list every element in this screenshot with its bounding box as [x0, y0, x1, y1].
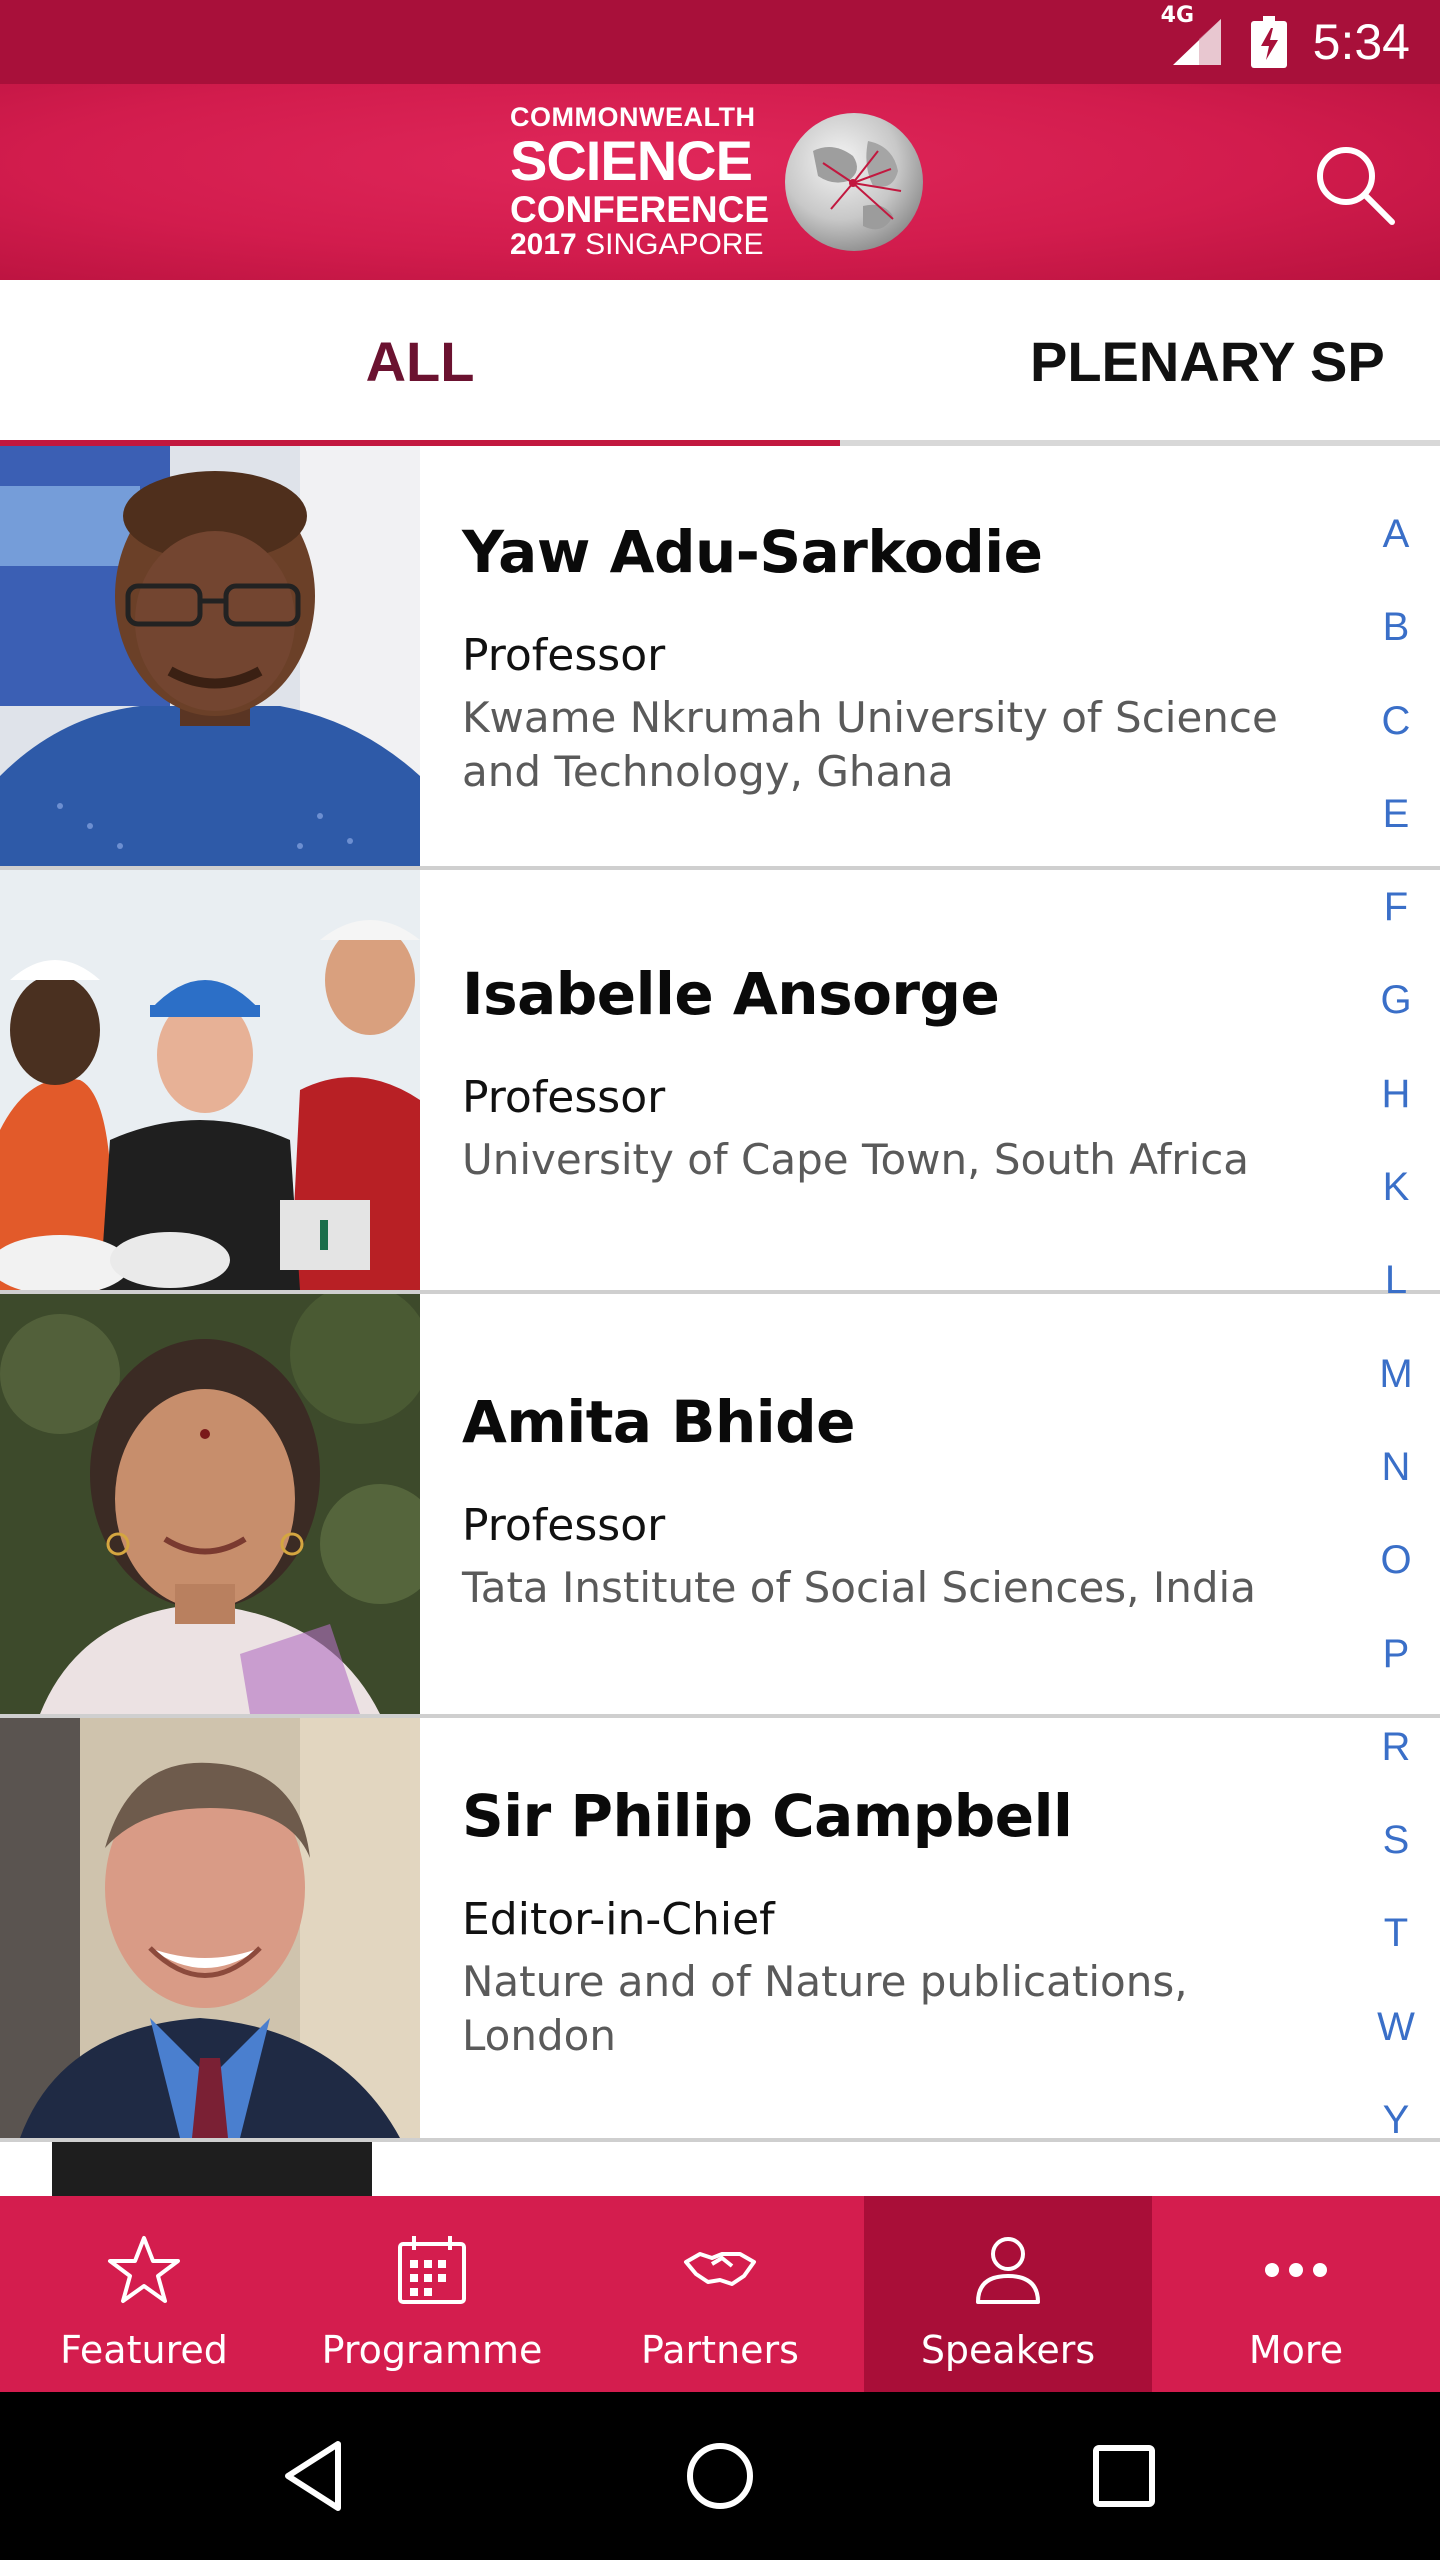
nav-label: More	[1248, 2328, 1344, 2372]
battery-charging-icon	[1250, 16, 1287, 68]
calendar-icon	[398, 2236, 466, 2304]
index-letter[interactable]: Y	[1383, 2074, 1410, 2167]
index-letter[interactable]: E	[1383, 768, 1410, 861]
index-letter[interactable]: S	[1383, 1794, 1410, 1887]
person-icon	[976, 2237, 1040, 2304]
home-icon[interactable]	[680, 2436, 760, 2516]
speaker-row[interactable]: Isabelle Ansorge Professor University of…	[0, 870, 1440, 1294]
logo-line-1: COMMONWEALTH	[510, 102, 756, 132]
speaker-name: Isabelle Ansorge	[462, 960, 1000, 1028]
speaker-photo	[0, 446, 420, 866]
speaker-list[interactable]: Yaw Adu-Sarkodie Professor Kwame Nkrumah…	[0, 446, 1440, 2196]
speaker-info: Yaw Adu-Sarkodie Professor Kwame Nkrumah…	[462, 518, 1350, 799]
index-letter[interactable]: A	[1383, 488, 1410, 581]
nav-partners[interactable]: Partners	[576, 2196, 864, 2392]
back-icon[interactable]	[276, 2436, 356, 2516]
speaker-photo	[52, 2142, 372, 2196]
tab-plenary-speakers[interactable]: PLENARY SP	[1030, 280, 1385, 442]
index-letter[interactable]: L	[1385, 1234, 1407, 1327]
speaker-photo	[0, 1718, 420, 2138]
speaker-title: Editor-in-Chief	[462, 1894, 775, 1945]
speaker-organization: Kwame Nkrumah University of Science and …	[462, 693, 1278, 796]
nav-more[interactable]: More	[1152, 2196, 1440, 2392]
logo-line-3: CONFERENCE	[510, 189, 770, 230]
status-bar: 4G 5:34	[0, 0, 1440, 84]
speaker-row[interactable]: Sir Philip Campbell Editor-in-Chief Natu…	[0, 1718, 1440, 2142]
nav-label: Speakers	[920, 2328, 1096, 2372]
logo-line-2: SCIENCE	[510, 129, 753, 192]
nav-label: Programme	[321, 2328, 543, 2372]
handshake-icon	[684, 2252, 756, 2286]
index-letter[interactable]: N	[1382, 1421, 1411, 1514]
speaker-organization: Tata Institute of Social Sciences, India	[462, 1563, 1256, 1612]
cell-signal-icon: 4G	[1161, 3, 1225, 67]
logo-year: 2017	[510, 228, 577, 261]
index-letter[interactable]: H	[1382, 1048, 1411, 1141]
index-letter[interactable]: K	[1383, 1141, 1410, 1234]
speaker-name: Amita Bhide	[462, 1388, 856, 1456]
star-icon	[108, 2236, 180, 2303]
more-icon	[1265, 2263, 1327, 2277]
logo-place: SINGAPORE	[585, 228, 764, 261]
speaker-info: Amita Bhide Professor Tata Institute of …	[462, 1388, 1350, 1615]
app-bar: COMMONWEALTH SCIENCE CONFERENCE 2017 SIN…	[0, 84, 1440, 280]
speaker-name: Yaw Adu-Sarkodie	[462, 518, 1043, 586]
conference-logo: COMMONWEALTH SCIENCE CONFERENCE 2017 SIN…	[510, 104, 930, 260]
speaker-photo	[0, 1294, 420, 1714]
speaker-organization: Nature and of Nature publications, Londo…	[462, 1957, 1188, 2060]
index-letter[interactable]: O	[1380, 1514, 1411, 1607]
network-type: 4G	[1160, 3, 1195, 28]
speaker-row[interactable]: Yaw Adu-Sarkodie Professor Kwame Nkrumah…	[0, 446, 1440, 870]
speaker-info: Isabelle Ansorge Professor University of…	[462, 960, 1350, 1187]
bottom-navigation: Featured Programme Partners Speakers Mor…	[0, 2196, 1440, 2392]
speaker-info: Sir Philip Campbell Editor-in-Chief Natu…	[462, 1782, 1350, 2063]
index-letter[interactable]: P	[1383, 1608, 1410, 1701]
index-letter[interactable]: G	[1380, 954, 1411, 1047]
nav-speakers[interactable]: Speakers	[864, 2196, 1152, 2392]
recents-icon[interactable]	[1084, 2436, 1164, 2516]
alphabet-index[interactable]: ABCEFGHKLMNOPRSTWY	[1366, 488, 1426, 2167]
speaker-row-partial[interactable]	[0, 2142, 1440, 2196]
speaker-title: Professor	[462, 1500, 666, 1551]
speaker-category-tabs: ALL PLENARY SP	[0, 280, 1440, 446]
tab-all[interactable]: ALL	[0, 280, 840, 442]
clock: 5:34	[1312, 14, 1410, 70]
speaker-row[interactable]: Amita Bhide Professor Tata Institute of …	[0, 1294, 1440, 1718]
nav-label: Featured	[60, 2328, 228, 2372]
logo-line-4: 2017 SINGAPORE	[510, 230, 769, 260]
search-icon[interactable]	[1308, 138, 1400, 230]
globe-icon	[785, 113, 924, 251]
speaker-name: Sir Philip Campbell	[462, 1782, 1073, 1850]
nav-label: Partners	[641, 2328, 799, 2372]
index-letter[interactable]: B	[1383, 581, 1410, 674]
speaker-organization: University of Cape Town, South Africa	[462, 1135, 1250, 1184]
index-letter[interactable]: T	[1384, 1887, 1408, 1980]
nav-featured[interactable]: Featured	[0, 2196, 288, 2392]
speaker-title: Professor	[462, 630, 666, 681]
index-letter[interactable]: W	[1377, 1981, 1415, 2074]
speaker-title: Professor	[462, 1072, 666, 1123]
index-letter[interactable]: R	[1382, 1701, 1411, 1794]
index-letter[interactable]: M	[1379, 1328, 1412, 1421]
system-navigation-bar	[0, 2392, 1440, 2560]
speaker-photo	[0, 870, 420, 1290]
index-letter[interactable]: F	[1384, 861, 1408, 954]
index-letter[interactable]: C	[1382, 675, 1411, 768]
nav-programme[interactable]: Programme	[288, 2196, 576, 2392]
